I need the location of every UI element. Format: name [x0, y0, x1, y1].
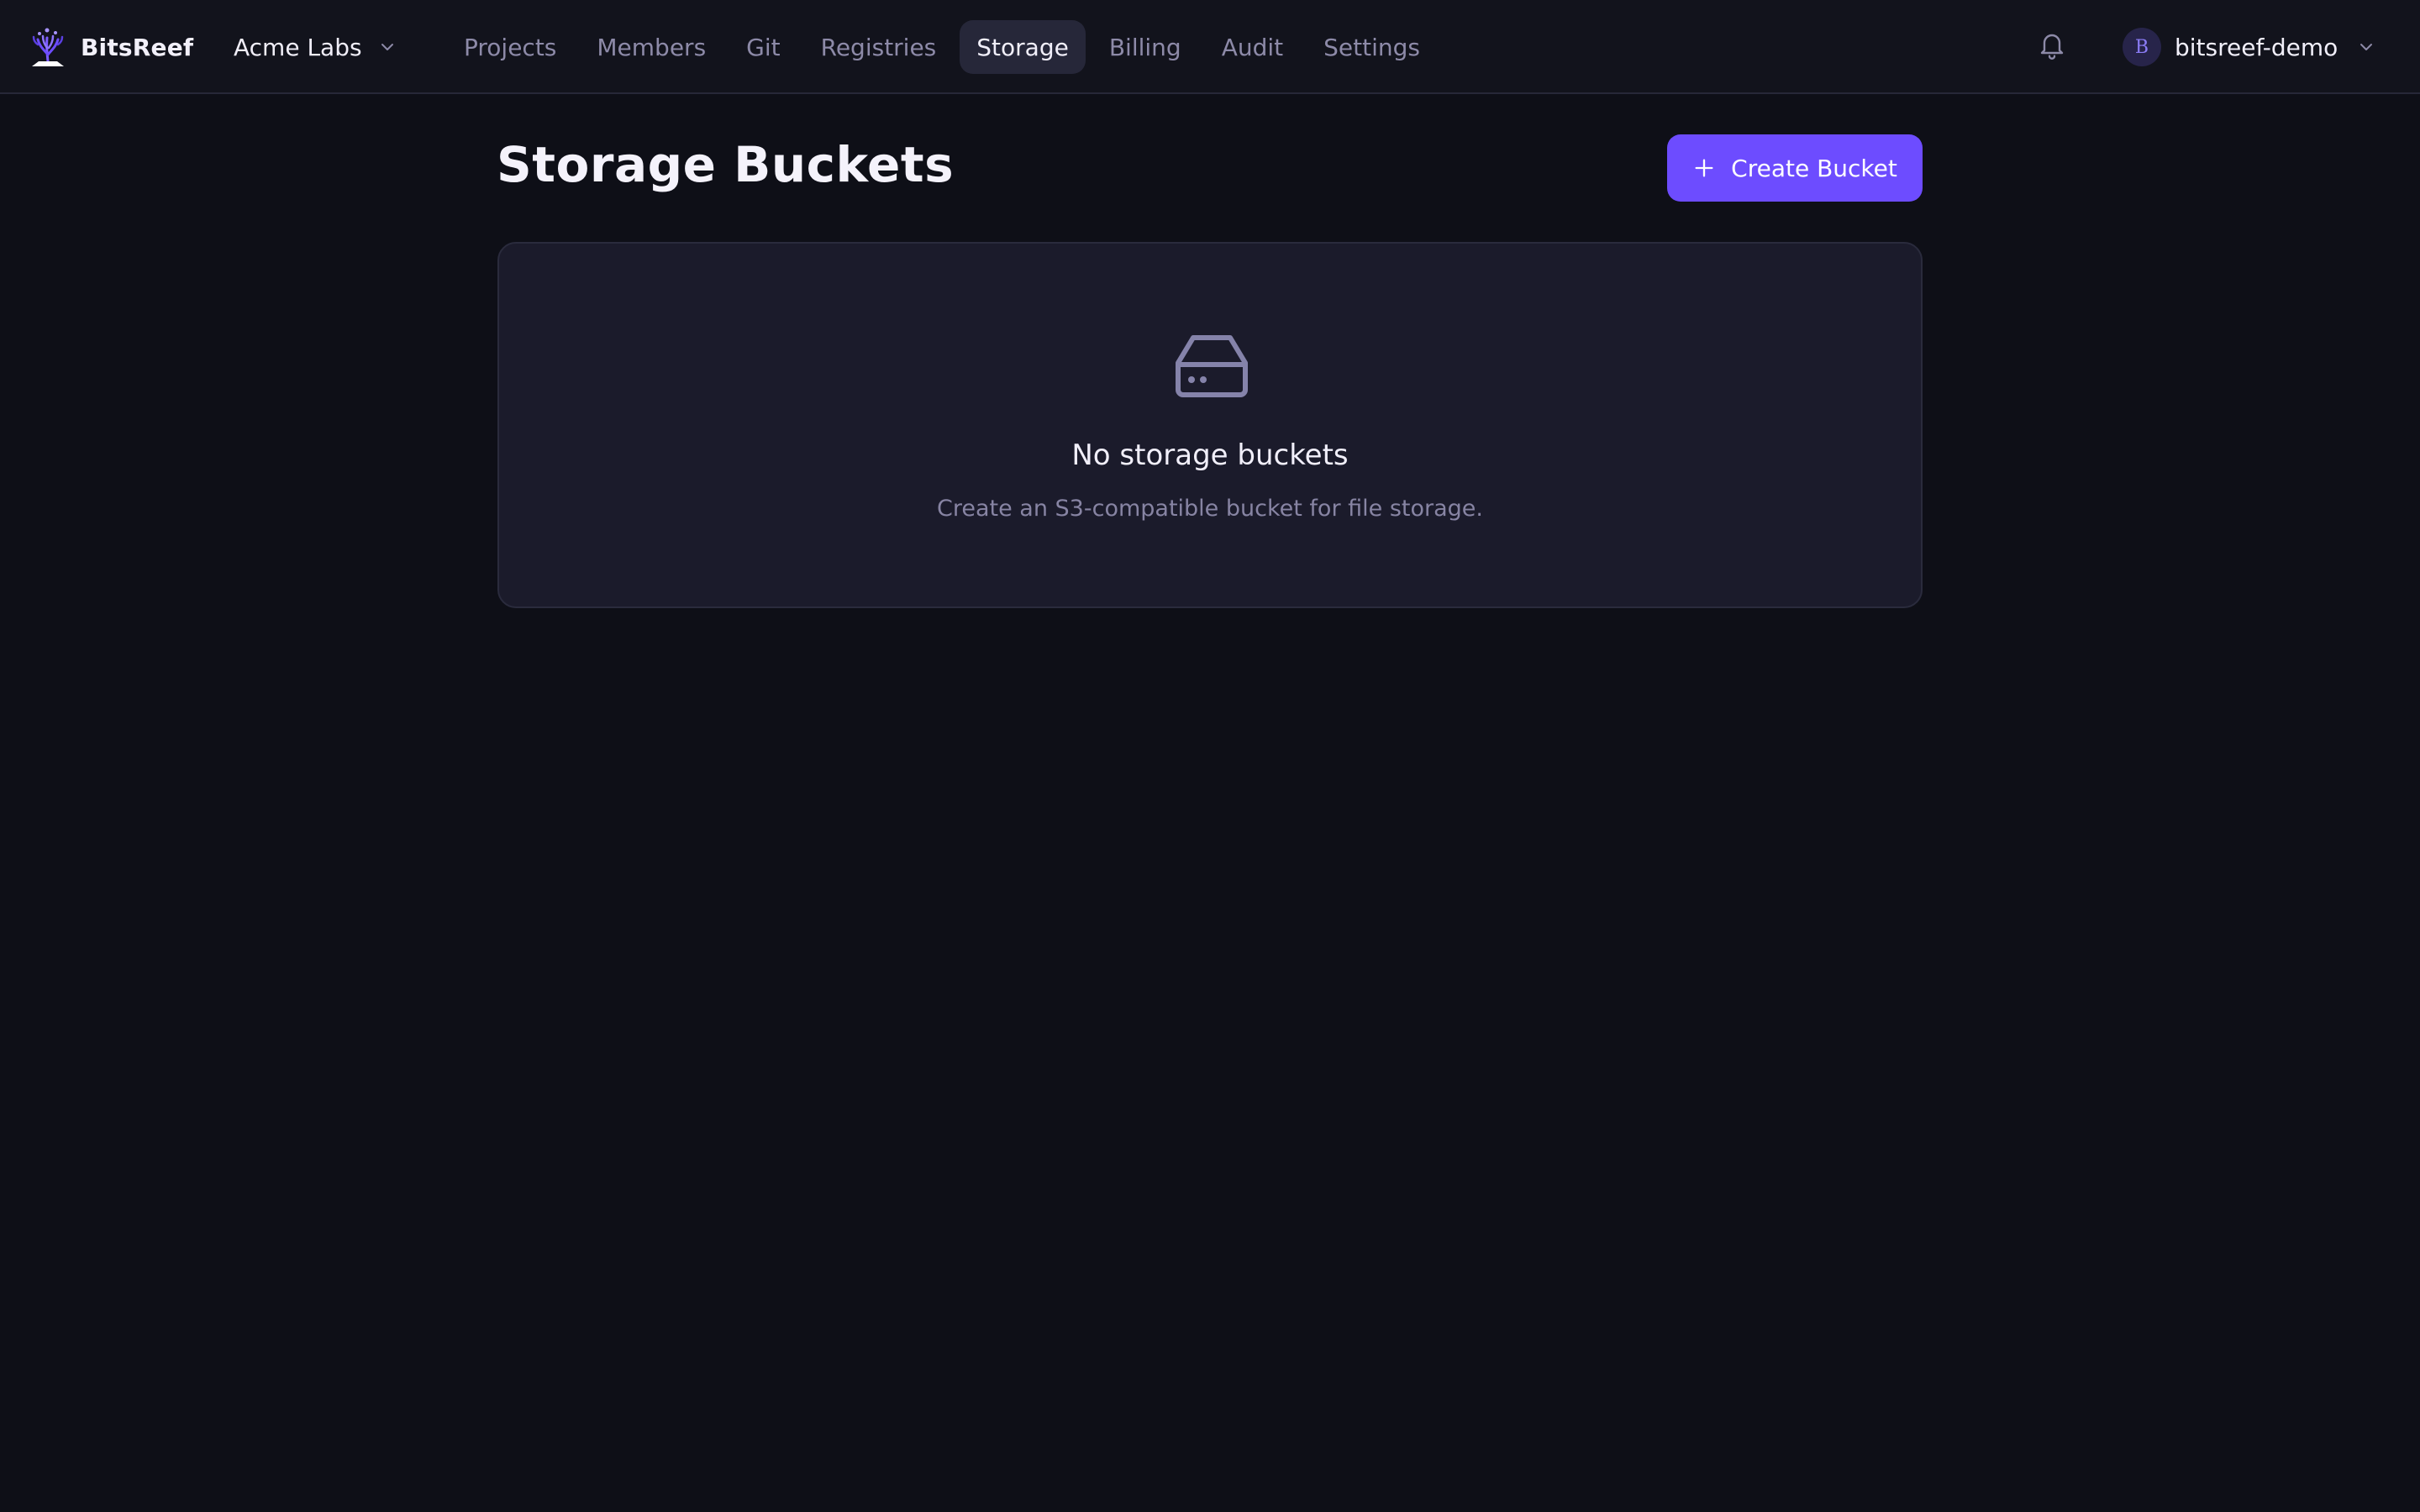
create-bucket-button[interactable]: Create Bucket — [1667, 134, 1923, 202]
nav-item-settings[interactable]: Settings — [1307, 20, 1437, 74]
user-name: bitsreef-demo — [2175, 33, 2338, 61]
brand[interactable]: BitsReef — [29, 22, 193, 72]
empty-state-title: No storage buckets — [1071, 438, 1349, 472]
org-switcher[interactable]: Acme Labs — [234, 25, 397, 69]
brand-name: BitsReef — [81, 33, 194, 61]
nav-item-audit[interactable]: Audit — [1205, 20, 1300, 74]
nav-item-billing[interactable]: Billing — [1092, 20, 1198, 74]
avatar: B — [2123, 28, 2161, 66]
nav-item-storage[interactable]: Storage — [960, 20, 1086, 74]
chevron-down-icon — [2360, 44, 2373, 50]
create-bucket-label: Create Bucket — [1731, 154, 1897, 182]
top-navigation-bar: BitsReef Acme Labs Projects Members Git … — [0, 0, 2420, 94]
notifications-button[interactable] — [2037, 29, 2067, 62]
bell-icon — [2040, 34, 2064, 60]
nav-item-registries[interactable]: Registries — [804, 20, 954, 74]
hard-drive-icon — [1173, 333, 1250, 400]
empty-state-card: No storage buckets Create an S3-compatib… — [497, 242, 1923, 608]
page-title: Storage Buckets — [497, 136, 955, 193]
org-name: Acme Labs — [234, 33, 362, 61]
main-nav: Projects Members Git Registries Storage … — [447, 20, 1444, 74]
nav-item-git[interactable]: Git — [729, 20, 797, 74]
empty-state-description: Create an S3-compatible bucket for file … — [937, 496, 1483, 522]
nav-item-projects[interactable]: Projects — [447, 20, 573, 74]
coral-reef-logo-icon — [32, 28, 64, 66]
chevron-down-icon — [381, 44, 393, 50]
nav-item-members[interactable]: Members — [580, 20, 723, 74]
user-menu[interactable]: B bitsreef-demo — [2123, 25, 2376, 69]
plus-icon — [1695, 159, 1713, 177]
